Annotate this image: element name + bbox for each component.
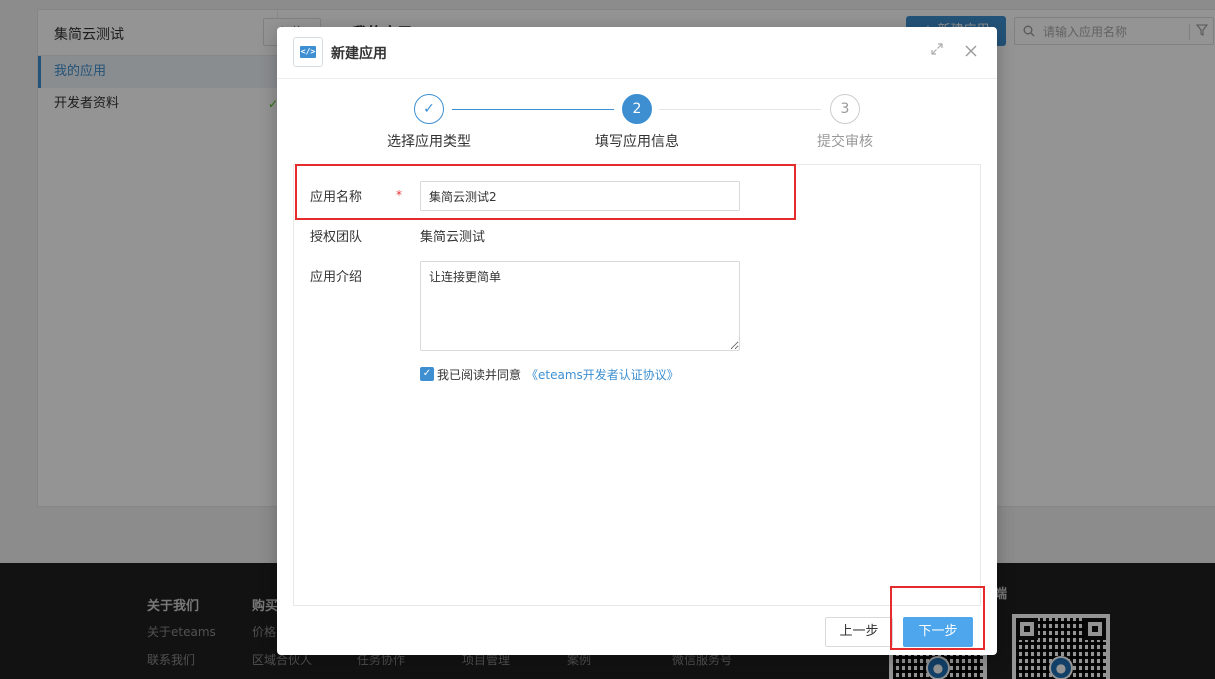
team-label: 授权团队 <box>310 230 363 245</box>
step-connector <box>452 109 614 110</box>
dialog-title: 新建应用 <box>331 46 387 62</box>
step-indicator: ✓ 2 3 选择应用类型 填写应用信息 提交审核 <box>277 79 997 164</box>
agreement-link[interactable]: 《eteams开发者认证协议》 <box>526 366 679 383</box>
step-1-label: 选择应用类型 <box>387 134 471 150</box>
intro-textarea[interactable]: 让连接更简单 <box>420 261 740 351</box>
step-1-check-icon: ✓ <box>414 94 444 124</box>
step-2-number: 2 <box>622 94 652 124</box>
expand-icon[interactable] <box>927 42 947 62</box>
step-3-number: 3 <box>830 94 860 124</box>
intro-label: 应用介绍 <box>310 270 363 285</box>
prev-step-button[interactable]: 上一步 <box>825 617 893 647</box>
agree-checkbox[interactable]: ✓ <box>420 367 434 381</box>
highlight-next-button <box>890 586 985 650</box>
dialog-header: </> 新建应用 <box>277 27 997 79</box>
app-info-form: 应用名称 * 授权团队 集简云测试 应用介绍 让连接更简单 ✓ 我已阅读并同意 … <box>293 164 981 606</box>
agreement-text: 我已阅读并同意 <box>437 368 522 382</box>
step-3-label: 提交审核 <box>817 134 873 150</box>
team-value: 集简云测试 <box>420 230 486 245</box>
new-app-dialog: </> 新建应用 ✓ 2 3 选择应用类型 填写应用信息 提交审核 应用名称 *… <box>277 27 997 655</box>
highlight-app-name <box>295 164 796 220</box>
close-icon[interactable] <box>961 42 981 62</box>
step-connector <box>659 109 821 110</box>
step-2-label: 填写应用信息 <box>595 134 679 150</box>
code-app-icon: </> <box>293 37 323 67</box>
